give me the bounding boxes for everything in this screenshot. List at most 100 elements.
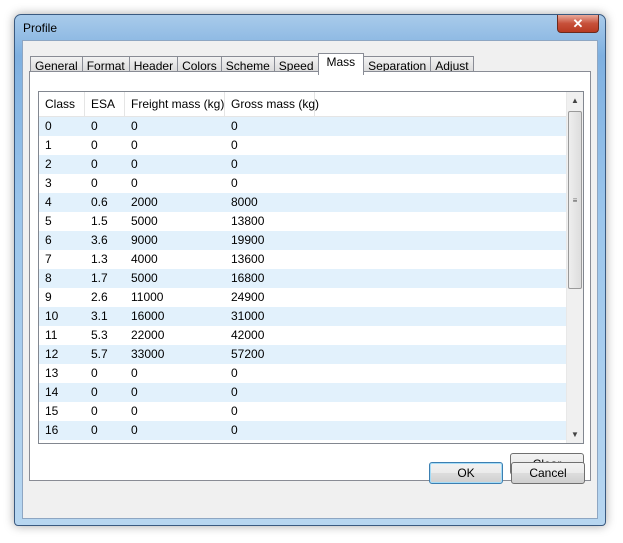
table-cell: 0 [231, 176, 238, 190]
table-cell: 0 [231, 366, 238, 380]
table-cell: 0 [131, 385, 138, 399]
table-cell: 11000 [131, 290, 164, 304]
table-cell: 0 [91, 404, 98, 418]
table-cell: 11 [45, 328, 58, 342]
table-cell: 1.5 [91, 214, 108, 228]
table-row[interactable]: 2000 [39, 155, 567, 174]
table-cell: 0 [45, 119, 52, 133]
table-cell: 0 [231, 138, 238, 152]
table-cell: 0 [231, 119, 238, 133]
table-cell: 0 [91, 157, 98, 171]
table-cell: 0 [231, 423, 238, 437]
table-cell: 0 [131, 157, 138, 171]
column-header-class[interactable]: Class [39, 92, 85, 116]
table-cell: 0.6 [91, 195, 108, 209]
table-cell: 16000 [131, 309, 165, 323]
table-cell: 0 [131, 176, 138, 190]
table-cell: 0 [91, 119, 98, 133]
table-cell: 16 [45, 423, 59, 437]
table-cell: 8000 [231, 195, 258, 209]
mass-list[interactable]: Class ESA Freight mass (kg) Gross mass (… [38, 91, 584, 444]
table-row[interactable]: 3 0 0 0 [39, 174, 567, 193]
table-row[interactable]: 6 3.6 9000 19900 [39, 231, 567, 250]
table-cell: 5 [45, 214, 52, 228]
table-row[interactable]: 7 1.3 4000 13600 [39, 250, 567, 269]
table-cell: 3 [45, 176, 52, 190]
table-cell: 22000 [131, 328, 165, 342]
table-row[interactable]: 8 1.7 5000 16800 [39, 269, 567, 288]
table-cell: 2000 [131, 195, 158, 209]
window-title: Profile [23, 21, 58, 35]
table-row[interactable]: 16 0 0 0 [39, 421, 567, 440]
table-cell: 31000 [231, 309, 265, 323]
table-row[interactable]: 12 5.7 33000 57200 [39, 345, 567, 364]
table-cell: 12 [45, 347, 59, 361]
table-cell: 33000 [131, 347, 165, 361]
table-cell: 24900 [231, 290, 265, 304]
table-cell: 8 [45, 271, 52, 285]
table-cell: 15 [45, 404, 59, 418]
table-cell: 5000 [131, 214, 158, 228]
table-row[interactable]: 10 3.1 16000 31000 [39, 307, 567, 326]
table-cell: 0 [131, 423, 138, 437]
dialog-client: General Format Header Colors Scheme Speed Mass… [22, 40, 598, 519]
table-row[interactable]: 0 0 0 0 [39, 117, 567, 136]
table-row[interactable]: 4 0.6 2000 8000 [39, 193, 567, 212]
table-row[interactable]: 14 0 0 0 [39, 383, 567, 402]
table-cell: 1 [45, 138, 52, 152]
scroll-down-arrow-icon[interactable]: ▼ [567, 426, 583, 443]
table-cell: 0 [131, 404, 138, 418]
table-cell: 13800 [231, 214, 265, 228]
table-row[interactable]: 1 0 0 0 [39, 136, 567, 155]
table-cell: 57200 [231, 347, 265, 361]
table-cell: 0 [131, 366, 138, 380]
column-header-gross-mass[interactable]: Gross mass (kg) [225, 92, 319, 116]
table-cell: 3.6 [91, 233, 108, 247]
table-cell: 5000 [131, 271, 158, 285]
table-cell: 16800 [231, 271, 265, 285]
cancel-button[interactable]: Cancel [511, 462, 585, 484]
table-cell: 5.3 [91, 328, 108, 342]
tab-panel-mass: Class ESA Freight mass (kg) Gross mass (… [29, 71, 591, 481]
table-row[interactable]: 13 0 0 0 [39, 364, 567, 383]
table-cell: 13 [45, 366, 59, 380]
table-cell: 0 [231, 157, 238, 171]
table-cell: 0 [91, 138, 98, 152]
profile-dialog: Profile ✕ General Format Header Colors Schem… [14, 14, 606, 526]
table-cell: 3.1 [91, 309, 108, 323]
table-cell: 19900 [231, 233, 265, 247]
table-cell: 42000 [231, 328, 265, 342]
column-header-esa[interactable]: ESA [85, 92, 125, 116]
table-cell: 0 [231, 404, 238, 418]
table-row[interactable]: 15 0 0 0 [39, 402, 567, 421]
table-cell: 5.7 [91, 347, 108, 361]
table-cell: 0 [91, 366, 98, 380]
table-row[interactable]: 9 2.6 11000 24900 [39, 288, 567, 307]
table-cell: 9 [45, 290, 52, 304]
table-cell: 0 [131, 119, 138, 133]
close-icon: ✕ [572, 16, 584, 31]
table-cell: 4 [45, 195, 52, 209]
table-cell: 1.3 [91, 252, 108, 266]
close-button[interactable]: ✕ [557, 15, 599, 33]
column-header-freight-mass[interactable]: Freight mass (kg) [125, 92, 225, 116]
table-cell: 2.6 [91, 290, 108, 304]
table-cell: 7 [45, 252, 52, 266]
table-cell: 0 [231, 385, 238, 399]
scroll-up-arrow-icon[interactable]: ▲ [567, 92, 583, 109]
ok-button[interactable]: OK [429, 462, 503, 484]
table-row[interactable]: 5 1.5 5000 13800 [39, 212, 567, 231]
table-cell: 0 [91, 385, 98, 399]
table-cell: 1.7 [91, 271, 108, 285]
vertical-scrollbar[interactable]: ▲ ≡ ▼ [566, 92, 583, 443]
table-cell: 10 [45, 309, 59, 323]
table-cell: 9000 [131, 233, 158, 247]
scrollbar-thumb[interactable]: ≡ [568, 111, 582, 289]
table-row[interactable]: 11 5.3 22000 42000 [39, 326, 567, 345]
table-cell: 13600 [231, 252, 265, 266]
list-header: Class ESA Freight mass (kg) Gross mass (… [39, 92, 567, 117]
table-cell: 4000 [131, 252, 158, 266]
table-cell: 0 [91, 423, 98, 437]
tab-mass[interactable]: Mass [317, 53, 365, 75]
table-cell: 14 [45, 385, 59, 399]
